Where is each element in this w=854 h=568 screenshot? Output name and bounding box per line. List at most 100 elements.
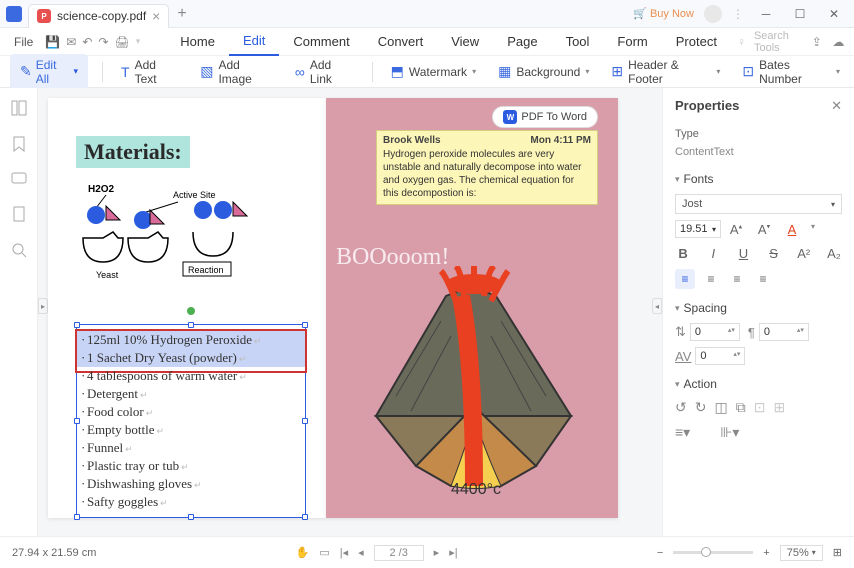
- list-item[interactable]: 125ml 10% Hydrogen Peroxide↵: [77, 331, 305, 349]
- font-size-input[interactable]: 19.51▾: [675, 220, 721, 238]
- expand-left-button[interactable]: ▸: [38, 298, 48, 314]
- replace-icon[interactable]: ⊞: [773, 399, 785, 416]
- rotate-left-icon[interactable]: ↺: [675, 399, 687, 416]
- bates-number-button[interactable]: ⊡Bates Number▾: [738, 56, 844, 88]
- prev-page-icon[interactable]: ◂: [358, 546, 364, 559]
- bookmark-icon[interactable]: [12, 136, 26, 152]
- menu-tab-form[interactable]: Form: [603, 28, 661, 56]
- search-tools[interactable]: Search Tools: [754, 30, 802, 54]
- zoom-in-icon[interactable]: +: [763, 547, 769, 559]
- menu-tab-page[interactable]: Page: [493, 28, 551, 56]
- fonts-section[interactable]: Fonts: [675, 172, 842, 186]
- pdf-to-word-button[interactable]: W PDF To Word: [492, 106, 598, 128]
- add-image-button[interactable]: ▧Add Image: [196, 56, 277, 88]
- menu-tab-edit[interactable]: Edit: [229, 28, 279, 56]
- superscript-button[interactable]: A²: [796, 246, 812, 261]
- tab-close-icon[interactable]: ×: [152, 8, 160, 24]
- maximize-button[interactable]: ☐: [788, 2, 812, 26]
- attachment-icon[interactable]: [12, 206, 26, 222]
- resize-handle[interactable]: [74, 322, 80, 328]
- align-left-button[interactable]: ≡: [675, 269, 695, 289]
- mail-icon[interactable]: ✉: [66, 33, 76, 51]
- save-icon[interactable]: 💾: [45, 33, 60, 51]
- list-item[interactable]: Food color↵: [77, 403, 305, 421]
- rotation-handle[interactable]: [187, 307, 195, 315]
- zoom-slider[interactable]: [673, 551, 753, 554]
- background-button[interactable]: ▦Background▾: [494, 61, 593, 82]
- char-spacing-input[interactable]: 0▴▾: [695, 347, 745, 365]
- print-icon[interactable]: 🖨: [114, 33, 129, 51]
- list-item[interactable]: 1 Sachet Dry Yeast (powder)↵: [77, 349, 305, 367]
- subscript-button[interactable]: A₂: [826, 246, 842, 261]
- font-family-select[interactable]: Jost▾: [675, 194, 842, 214]
- selected-textbox[interactable]: 125ml 10% Hydrogen Peroxide↵1 Sachet Dry…: [76, 324, 306, 518]
- watermark-button[interactable]: ⬒Watermark▾: [387, 61, 480, 82]
- list-item[interactable]: Detergent↵: [77, 385, 305, 403]
- file-menu[interactable]: File: [8, 35, 39, 49]
- share-icon[interactable]: ⇪: [810, 33, 824, 51]
- expand-right-button[interactable]: ◂: [652, 298, 662, 314]
- rotate-right-icon[interactable]: ↻: [695, 399, 707, 416]
- sticky-note[interactable]: Brook Wells Mon 4:11 PM Hydrogen peroxid…: [376, 130, 598, 205]
- first-page-icon[interactable]: |◂: [340, 546, 348, 559]
- list-item[interactable]: Plastic tray or tub↵: [77, 457, 305, 475]
- redo-icon[interactable]: ↷: [98, 33, 108, 51]
- strikethrough-button[interactable]: S: [766, 246, 782, 261]
- thumbnails-icon[interactable]: [11, 100, 27, 116]
- document-tab[interactable]: P science-copy.pdf ×: [28, 4, 169, 28]
- bold-button[interactable]: B: [675, 246, 691, 261]
- add-text-button[interactable]: TAdd Text: [117, 56, 182, 88]
- align-center-button[interactable]: ≡: [701, 269, 721, 289]
- help-icon[interactable]: ♀: [737, 35, 746, 49]
- menu-tab-convert[interactable]: Convert: [364, 28, 438, 56]
- decrease-font-icon[interactable]: A▾: [755, 222, 773, 237]
- list-item[interactable]: Dishwashing gloves↵: [77, 475, 305, 493]
- underline-button[interactable]: U: [735, 246, 751, 261]
- list-item[interactable]: Empty bottle↵: [77, 421, 305, 439]
- header-footer-button[interactable]: ⊞Header & Footer▾: [607, 56, 724, 88]
- flip-h-icon[interactable]: ◫: [714, 399, 727, 416]
- menu-tab-comment[interactable]: Comment: [279, 28, 363, 56]
- close-panel-icon[interactable]: ✕: [831, 98, 842, 114]
- page-input[interactable]: 2 /3: [374, 545, 424, 561]
- add-tab-button[interactable]: +: [177, 5, 186, 23]
- fit-screen-icon[interactable]: ⊞: [833, 546, 842, 559]
- resize-handle[interactable]: [188, 514, 194, 520]
- list-item[interactable]: 4 tablespoons of warm water↵: [77, 367, 305, 385]
- cloud-icon[interactable]: ☁: [832, 33, 846, 51]
- menu-tab-tool[interactable]: Tool: [552, 28, 604, 56]
- list-item[interactable]: Funnel↵: [77, 439, 305, 457]
- align-right-button[interactable]: ≡: [727, 269, 747, 289]
- search-icon[interactable]: [11, 242, 27, 258]
- flip-v-icon[interactable]: ⧉: [736, 399, 746, 416]
- menu-tab-view[interactable]: View: [437, 28, 493, 56]
- canvas-area[interactable]: ▸ ◂ Materials: H2O2 Active Site: [38, 88, 662, 536]
- spacing-section[interactable]: Spacing: [675, 301, 842, 315]
- close-button[interactable]: ✕: [822, 2, 846, 26]
- action-section[interactable]: Action: [675, 377, 842, 391]
- crop-icon[interactable]: ⊡: [754, 399, 766, 416]
- arrange-icon[interactable]: ≡▾: [675, 424, 690, 441]
- resize-handle[interactable]: [188, 322, 194, 328]
- read-mode-icon[interactable]: ▭: [319, 546, 329, 559]
- user-avatar[interactable]: [704, 5, 722, 23]
- resize-handle[interactable]: [74, 514, 80, 520]
- para-spacing-input[interactable]: 0▴▾: [759, 323, 809, 341]
- menu-tab-protect[interactable]: Protect: [662, 28, 731, 56]
- buy-now-link[interactable]: 🛒 Buy Now: [633, 7, 694, 20]
- last-page-icon[interactable]: ▸|: [449, 546, 457, 559]
- minimize-button[interactable]: ─: [754, 2, 778, 26]
- zoom-select[interactable]: 75%▾: [780, 545, 823, 561]
- add-link-button[interactable]: ∞Add Link: [291, 56, 358, 88]
- resize-handle[interactable]: [302, 322, 308, 328]
- increase-font-icon[interactable]: A▴: [727, 222, 745, 237]
- italic-button[interactable]: I: [705, 246, 721, 261]
- line-spacing-input[interactable]: 0▴▾: [690, 323, 740, 341]
- font-color-button[interactable]: A: [783, 222, 801, 237]
- zoom-thumb[interactable]: [701, 547, 711, 557]
- hand-tool-icon[interactable]: ✋: [296, 546, 310, 559]
- align-justify-button[interactable]: ≡: [753, 269, 773, 289]
- resize-handle[interactable]: [302, 514, 308, 520]
- more-icon[interactable]: ⋮: [732, 7, 744, 21]
- comment-icon[interactable]: [11, 172, 27, 186]
